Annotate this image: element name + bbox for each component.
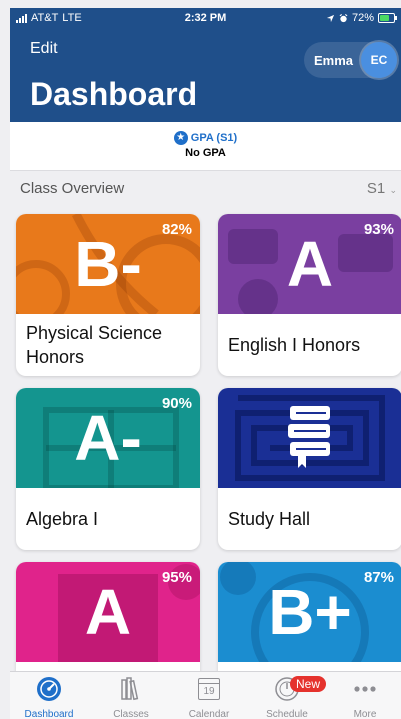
gpa-value: No GPA (185, 147, 226, 159)
chevron-down-icon: ⌄ (389, 185, 397, 195)
calendar-day: 19 (203, 686, 215, 697)
class-card-banner: B- 82% (16, 214, 200, 314)
alarm-icon (339, 13, 348, 22)
page-title: Dashboard (30, 76, 198, 112)
class-percent: 82% (161, 221, 192, 238)
header: AT&T LTE 2:32 PM 72% Edit Emma EC Dashbo… (10, 8, 401, 122)
location-arrow-icon (326, 14, 335, 22)
tab-dashboard[interactable]: Dashboard (10, 676, 88, 719)
battery-icon (378, 13, 397, 23)
calendar-icon: 19 (170, 676, 248, 702)
dashboard-gauge-icon (10, 676, 88, 702)
tab-calendar[interactable]: 19 Calendar (170, 676, 248, 719)
gpa-label: GPA (S1) (190, 132, 238, 144)
books-icon (92, 676, 170, 702)
user-switcher[interactable]: Emma EC (303, 42, 397, 78)
battery-percent: 72% (351, 12, 374, 24)
gpa-label-row: ★ GPA (S1) (10, 131, 401, 145)
class-percent: 90% (161, 395, 192, 412)
tab-label: Dashboard (24, 709, 74, 719)
tab-schedule[interactable]: New Schedule (248, 676, 327, 719)
tab-more[interactable]: More (326, 676, 401, 719)
class-card-physical-science[interactable]: B- 82% Physical Science Honors (16, 214, 200, 376)
class-card-algebra[interactable]: A- 90% Algebra I (16, 388, 200, 550)
new-badge: New (290, 676, 327, 692)
class-card-banner (218, 388, 401, 488)
tab-label: Schedule (266, 709, 308, 719)
tab-classes[interactable]: Classes (92, 676, 170, 719)
tab-label: Classes (113, 709, 149, 719)
more-dots-icon (326, 676, 401, 702)
term-selector[interactable]: S1 ⌄ (367, 180, 397, 197)
user-name: Emma (313, 52, 353, 68)
tab-bar: Dashboard Classes 19 Calendar New Schedu… (10, 671, 401, 719)
class-percent: 93% (363, 221, 394, 238)
class-card-banner: A 93% (218, 214, 401, 314)
dashboard-screen: AT&T LTE 2:32 PM 72% Edit Emma EC Dashbo… (0, 0, 401, 719)
tab-label: More (353, 709, 377, 719)
status-bar: AT&T LTE 2:32 PM 72% (10, 8, 401, 30)
class-percent: 95% (161, 569, 192, 586)
star-icon: ★ (173, 131, 188, 145)
book-stack-icon (288, 406, 330, 468)
tab-label: Calendar (188, 709, 230, 719)
class-card-banner: A 95% (16, 562, 200, 662)
battery-fill (380, 15, 389, 21)
class-name: Algebra I (26, 509, 99, 529)
class-card-english[interactable]: A 93% English I Honors (218, 214, 401, 376)
class-name: English I Honors (228, 335, 361, 355)
class-overview-title: Class Overview (20, 180, 125, 197)
class-card-study-hall[interactable]: Study Hall (218, 388, 401, 550)
class-name: Study Hall (228, 509, 311, 529)
avatar: EC (361, 42, 397, 78)
status-right: 72% (326, 12, 397, 24)
class-card-banner: A- 90% (16, 388, 200, 488)
class-name: Physical Science Honors (26, 323, 163, 367)
gpa-summary[interactable]: ★ GPA (S1) No GPA (10, 122, 401, 171)
edit-button[interactable]: Edit (30, 40, 58, 58)
class-percent: 87% (363, 569, 394, 586)
class-card-banner: B+ 87% (218, 562, 401, 662)
term-value: S1 (366, 180, 386, 197)
